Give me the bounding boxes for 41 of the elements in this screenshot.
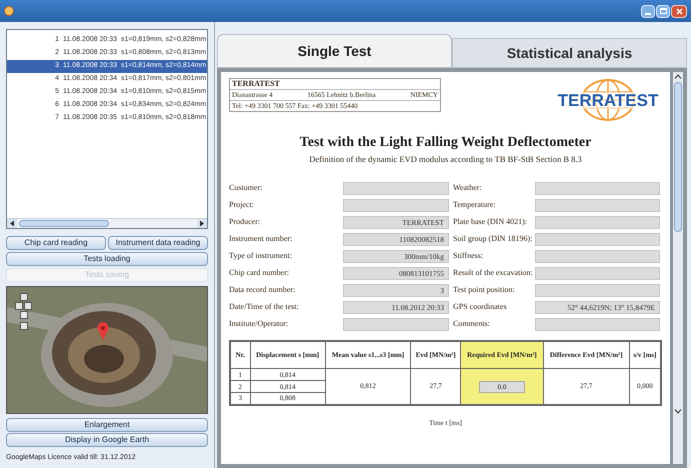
- field-label: Stiffness:: [453, 250, 484, 262]
- company-name: TERRATEST: [230, 79, 440, 90]
- tab[interactable]: Statistical analysis: [452, 38, 687, 68]
- scroll-thumb[interactable]: [19, 220, 109, 227]
- field-label: Data record number:: [229, 284, 296, 296]
- report-title: Test with the Light Falling Weight Deflectometer: [298, 136, 592, 150]
- field-label: Temperature:: [453, 199, 497, 212]
- report-subtitle: Definition of the dynamic EVD modulus according to TB BF-StB Section B 8.3: [308, 153, 583, 166]
- close-icon: [676, 8, 682, 14]
- field-label: Customer:: [229, 182, 264, 194]
- scroll-left-icon: [7, 219, 17, 228]
- field-label: Producer:: [229, 216, 262, 228]
- logo-text: TERRATEST: [558, 92, 658, 108]
- field-label: Test point position:: [453, 284, 516, 296]
- action-button[interactable]: Instrument data reading: [108, 236, 208, 250]
- action-button[interactable]: Chip card reading: [6, 236, 106, 250]
- field-label: Weather:: [453, 182, 483, 194]
- map-pin-icon: [97, 322, 109, 340]
- close-button[interactable]: [671, 4, 687, 18]
- action-button[interactable]: Tests loading: [6, 252, 208, 266]
- action-button[interactable]: Display in Google Earth: [6, 433, 208, 447]
- field-label: Result of the excavation:: [453, 267, 531, 280]
- horizontal-scrollbar[interactable]: [7, 218, 207, 228]
- maximize-button[interactable]: [656, 4, 670, 18]
- field-label: Soil group (DIN 18196):: [453, 233, 531, 246]
- field-label: Institute/Operator:: [229, 318, 290, 330]
- scroll-right-icon: [197, 219, 207, 228]
- field-label: Type of instrument:: [229, 250, 293, 262]
- field-label: Comments:: [453, 318, 491, 330]
- scroll-thumb[interactable]: [674, 82, 682, 232]
- app-icon: [4, 6, 14, 16]
- vertical-scrollbar[interactable]: [673, 72, 683, 464]
- field-label: Instrument number:: [229, 233, 294, 246]
- field-label: Chip card number:: [229, 267, 290, 280]
- field-label: GPS coordinates: [453, 301, 508, 314]
- field-label: Project:: [229, 199, 255, 212]
- minimize-button[interactable]: [641, 4, 655, 18]
- field-label: Plate base (DIN 4021):: [453, 216, 528, 228]
- field-label: Date/Time of the test:: [229, 301, 300, 314]
- action-button[interactable]: Enlargement: [6, 418, 208, 432]
- tab[interactable]: Single Test: [217, 34, 452, 68]
